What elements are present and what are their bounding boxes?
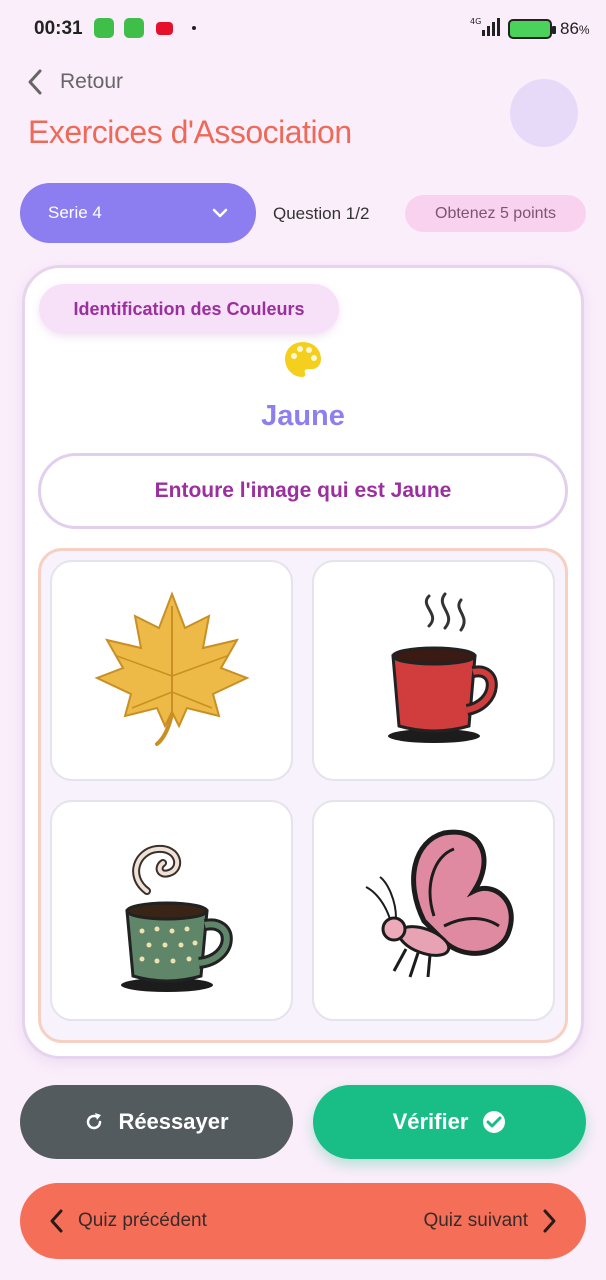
- chevron-left-icon: [28, 69, 42, 95]
- app-notification-icon: [124, 18, 144, 38]
- chevron-down-icon: [212, 208, 228, 218]
- back-label: Retour: [60, 70, 124, 93]
- series-label: Serie 4: [48, 203, 102, 222]
- battery-icon: [508, 19, 556, 39]
- refresh-icon: [87, 1113, 102, 1130]
- red-cup-image: [387, 592, 498, 743]
- previous-quiz-button[interactable]: Quiz précédent: [48, 1208, 207, 1234]
- butterfly-image: [365, 829, 514, 977]
- status-bar: 00:31 4G 86%: [0, 0, 606, 60]
- chevron-right-icon: [543, 1209, 556, 1233]
- question-counter: Question 1/2: [273, 204, 370, 223]
- svg-text:4G: 4G: [470, 17, 481, 26]
- green-cup-image: [120, 844, 233, 992]
- youtube-icon: [156, 22, 173, 35]
- choice-green-cup[interactable]: [50, 800, 293, 1021]
- next-quiz-button[interactable]: Quiz suivant: [423, 1208, 558, 1234]
- points-badge: Obtenez 5 points: [405, 195, 586, 232]
- battery-percent: 86%: [560, 19, 590, 38]
- maple-leaf-image: [93, 590, 250, 746]
- retry-label: Réessayer: [118, 1109, 229, 1134]
- instruction-box: Entoure l'image qui est Jaune: [38, 453, 568, 529]
- avatar[interactable]: [510, 79, 578, 147]
- app-notification-icon: [94, 18, 114, 38]
- quiz-navigation-bar: Quiz précédent Quiz suivant: [20, 1183, 586, 1259]
- chevron-left-icon: [50, 1209, 63, 1233]
- check-circle-icon: [483, 1111, 506, 1133]
- previous-quiz-label: Quiz précédent: [78, 1210, 207, 1231]
- verify-label: Vérifier: [392, 1109, 469, 1134]
- signal-icon: 4G: [470, 17, 500, 36]
- series-dropdown[interactable]: Serie 4: [20, 183, 256, 243]
- instruction-text: Entoure l'image qui est Jaune: [154, 479, 452, 502]
- topic-badge: Identification des Couleurs: [39, 284, 339, 334]
- palette-icon: [285, 342, 321, 377]
- retry-button[interactable]: Réessayer: [20, 1085, 293, 1159]
- choice-butterfly[interactable]: [312, 800, 555, 1021]
- target-color-name: Jaune: [261, 400, 345, 432]
- next-quiz-label: Quiz suivant: [423, 1210, 528, 1231]
- more-notifications-icon: [192, 26, 196, 30]
- page-title: Exercices d'Association: [28, 114, 352, 150]
- back-button[interactable]: Retour: [26, 68, 123, 96]
- status-time: 00:31: [34, 18, 83, 39]
- choice-red-cup[interactable]: [312, 560, 555, 781]
- choice-maple-leaf[interactable]: [50, 560, 293, 781]
- verify-button[interactable]: Vérifier: [313, 1085, 586, 1159]
